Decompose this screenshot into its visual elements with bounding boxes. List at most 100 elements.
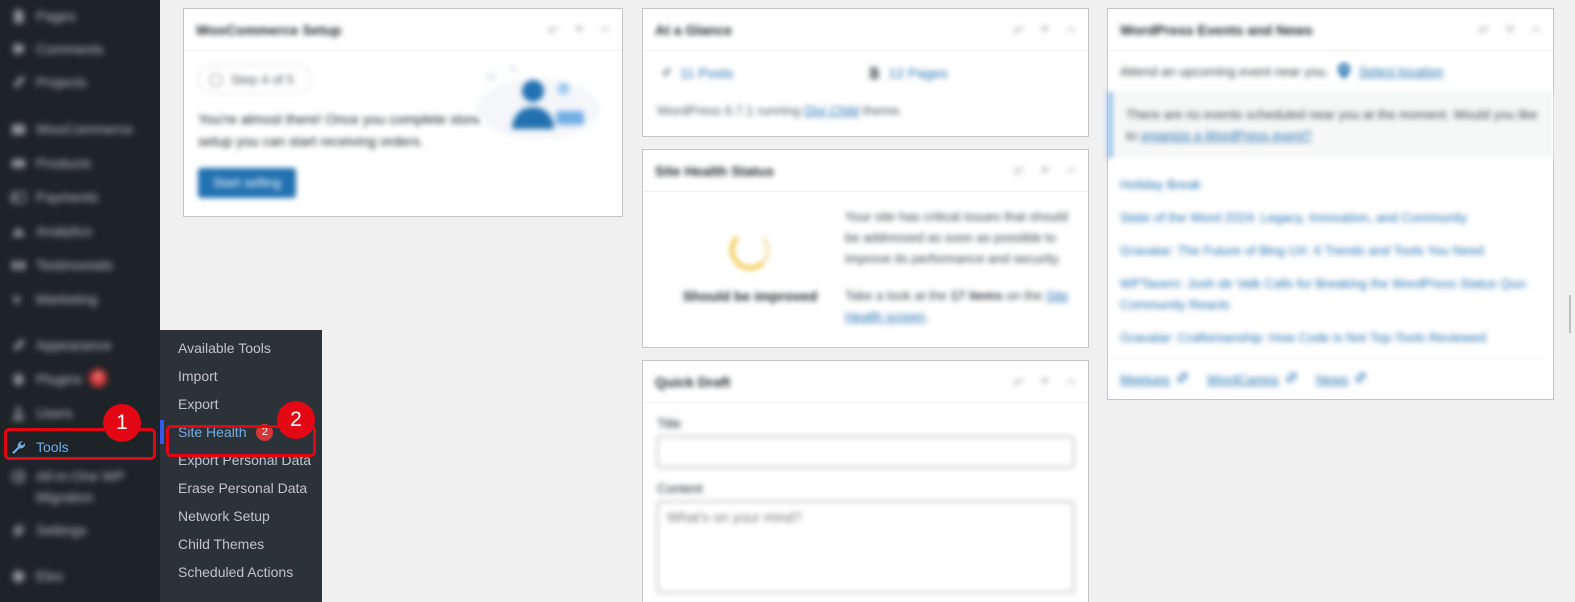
- site-health-issues-badge: 2: [256, 424, 274, 441]
- attend-text: Attend an upcoming event near you.: [1120, 63, 1329, 79]
- news-list: Holiday Break State of the Word 2024: Le…: [1108, 158, 1553, 358]
- widget-help-icon[interactable]: [1008, 371, 1030, 393]
- submenu-item-label: Export: [178, 396, 219, 412]
- meetups-link[interactable]: Meetups: [1120, 371, 1189, 387]
- page-scrollbar-track[interactable]: [1560, 0, 1575, 602]
- glance-version-line: WordPress 6.7.1 running Divi Child theme…: [657, 103, 1074, 118]
- widget-woocommerce-setup: WooCommerce Setup Step 4 of 5 You're alm…: [183, 8, 623, 217]
- sidebar-item-settings[interactable]: Settings: [0, 520, 160, 540]
- sidebar-item-label: All-in-One WP Migration: [36, 468, 125, 505]
- submenu-item-network-setup[interactable]: Network Setup: [160, 502, 322, 530]
- sidebar-item-testimonials[interactable]: Testimonials: [0, 255, 160, 275]
- widget-collapse-icon[interactable]: [1060, 160, 1082, 182]
- page-scrollbar-thumb[interactable]: [1569, 295, 1571, 333]
- version-prefix: WordPress 6.7.1 running: [657, 103, 801, 118]
- version-suffix: theme.: [862, 103, 903, 118]
- sidebar-item-label: Users: [36, 405, 73, 421]
- quick-draft-content-textarea[interactable]: [657, 501, 1074, 593]
- tools-submenu: Available Tools Import Export Site Healt…: [160, 330, 322, 602]
- submenu-item-label: Scheduled Actions: [178, 564, 294, 580]
- health-paragraph-1: Your site has critical issues that shoul…: [845, 209, 1068, 266]
- external-link-icon: [1354, 371, 1367, 387]
- widget-controls: [1008, 19, 1082, 41]
- comment-icon: [10, 39, 36, 59]
- news-label: News: [1315, 371, 1349, 387]
- sidebar-item-products[interactable]: Products: [0, 153, 160, 173]
- widget-wordpress-events-and-news: WordPress Events and News Attend an upco…: [1107, 8, 1554, 400]
- widget-settings-icon[interactable]: [568, 19, 590, 41]
- widget-collapse-icon[interactable]: [1525, 19, 1547, 41]
- submenu-item-scheduled-actions[interactable]: Scheduled Actions: [160, 558, 322, 586]
- widget-help-icon[interactable]: [542, 19, 564, 41]
- sidebar-item-analytics[interactable]: Analytics: [0, 221, 160, 241]
- events-footer-links: Meetups WordCamps News: [1108, 358, 1553, 399]
- submenu-item-import[interactable]: Import: [160, 362, 322, 390]
- dashboard-content: WooCommerce Setup Step 4 of 5 You're alm…: [160, 0, 1575, 602]
- annotation-badge-1: 1: [103, 404, 141, 442]
- news-link[interactable]: Holiday Break: [1120, 177, 1201, 192]
- setup-progress-label: Step 4 of 5: [231, 72, 294, 87]
- sidebar-item-label: Payments: [36, 189, 99, 205]
- sidebar-item-comments[interactable]: Comments: [0, 39, 160, 59]
- glance-pages[interactable]: 12 Pages: [866, 65, 1075, 81]
- elex-icon: [10, 566, 36, 586]
- site-health-gauge-block: Should be improved: [655, 206, 845, 327]
- submenu-item-erase-personal-data[interactable]: Erase Personal Data: [160, 474, 322, 502]
- wrench-icon: [10, 437, 36, 457]
- sidebar-item-appearance[interactable]: Appearance: [0, 335, 160, 355]
- quick-draft-title-input[interactable]: [657, 436, 1074, 468]
- list-item: State of the Word 2024: Legacy, Innovati…: [1120, 201, 1541, 234]
- sidebar-item-plugins[interactable]: Plugins 4: [0, 369, 160, 389]
- sidebar-item-pages[interactable]: Pages: [0, 6, 160, 26]
- widget-settings-icon[interactable]: [1034, 371, 1056, 393]
- sidebar-item-all-in-one-wp-migration[interactable]: All-in-One WP Migration: [0, 466, 160, 508]
- widget-collapse-icon[interactable]: [1060, 371, 1082, 393]
- news-link[interactable]: Gravatar: The Future of Blog UX: 6 Trend…: [1120, 243, 1484, 258]
- sidebar-item-marketing[interactable]: Marketing: [0, 289, 160, 309]
- widget-collapse-icon[interactable]: [594, 19, 616, 41]
- widget-collapse-icon[interactable]: [1060, 19, 1082, 41]
- wordcamps-link[interactable]: WordCamps: [1207, 371, 1298, 387]
- events-empty-notice: There are no events scheduled near you a…: [1108, 92, 1553, 158]
- widget-settings-icon[interactable]: [1034, 160, 1056, 182]
- sidebar-item-projects[interactable]: Projects: [0, 72, 160, 92]
- theme-link[interactable]: Divi Child: [804, 103, 859, 118]
- submenu-item-export-personal-data[interactable]: Export Personal Data: [160, 446, 322, 474]
- sidebar-item-label: Projects: [36, 74, 87, 90]
- news-link[interactable]: WPTavern: Josh de Valk Calls for Breakin…: [1120, 276, 1528, 312]
- widget-settings-icon[interactable]: [1034, 19, 1056, 41]
- sidebar-item-woocommerce[interactable]: WooCommerce: [0, 119, 160, 139]
- news-link[interactable]: Gravatar: Craftsmanship: How Code is Not…: [1120, 330, 1486, 345]
- submenu-item-child-themes[interactable]: Child Themes: [160, 530, 322, 558]
- widget-help-icon[interactable]: [1008, 160, 1030, 182]
- health-item-count: 17 items: [950, 288, 1003, 303]
- glance-posts[interactable]: 11 Posts: [657, 65, 866, 81]
- start-selling-button[interactable]: Start selling: [198, 168, 296, 198]
- organize-event-link[interactable]: organize a WordPress event?: [1140, 128, 1311, 143]
- products-icon: [10, 153, 36, 173]
- sidebar-item-payments[interactable]: Payments: [0, 187, 160, 207]
- select-location-link[interactable]: Select location: [1359, 64, 1444, 79]
- dashboard-column-1: WooCommerce Setup Step 4 of 5 You're alm…: [183, 8, 623, 229]
- widget-header: At a Glance: [643, 9, 1088, 51]
- widget-help-icon[interactable]: [1473, 19, 1495, 41]
- wordpress-admin-screen: WooCommerce Setup Step 4 of 5 You're alm…: [0, 0, 1575, 602]
- widget-title: Quick Draft: [655, 373, 731, 390]
- quick-draft-title-label: Title: [657, 416, 682, 431]
- submenu-item-available-tools[interactable]: Available Tools: [160, 334, 322, 362]
- submenu-item-label: Export Personal Data: [178, 452, 312, 468]
- pin-icon: [657, 65, 673, 81]
- widget-help-icon[interactable]: [1008, 19, 1030, 41]
- sidebar-item-tools[interactable]: Tools: [0, 434, 160, 460]
- widget-header: WordPress Events and News: [1108, 9, 1553, 51]
- news-link[interactable]: State of the Word 2024: Legacy, Innovati…: [1120, 210, 1467, 225]
- glance-stats-row: 11 Posts 12 Pages: [657, 65, 1074, 81]
- sidebar-item-elex[interactable]: Elex: [0, 566, 160, 586]
- sidebar-item-label: Marketing: [36, 291, 98, 307]
- settings-icon: [10, 520, 36, 540]
- submenu-item-label: Available Tools: [178, 340, 271, 356]
- widget-settings-icon[interactable]: [1499, 19, 1521, 41]
- news-footer-link[interactable]: News: [1316, 371, 1368, 387]
- sidebar-item-label: Comments: [36, 41, 104, 57]
